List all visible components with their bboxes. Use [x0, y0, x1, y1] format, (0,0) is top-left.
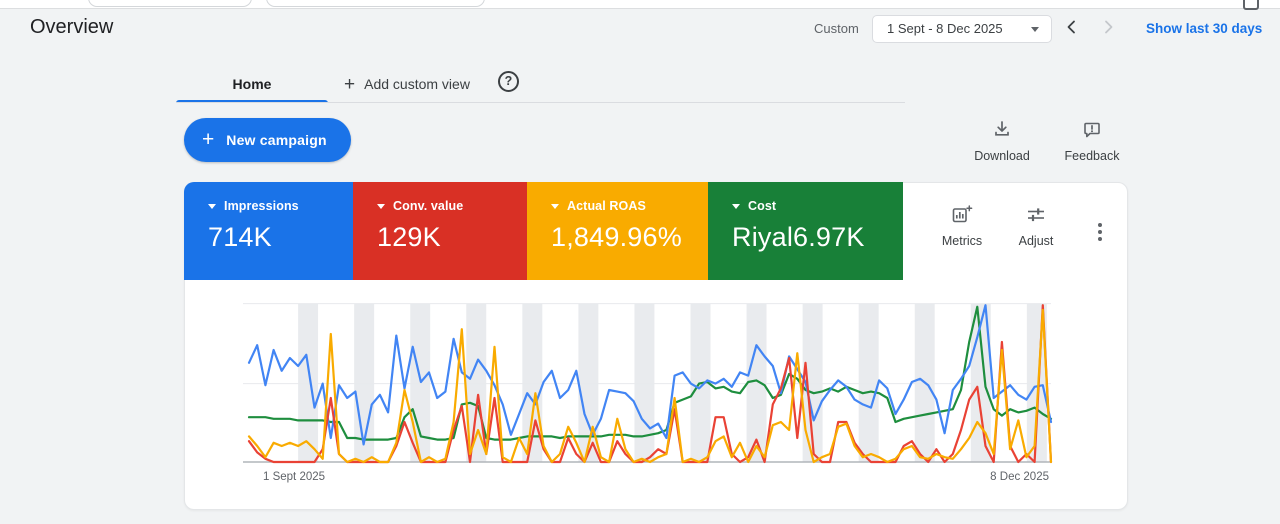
help-icon[interactable]: ? [498, 71, 519, 92]
plus-icon: + [344, 73, 356, 95]
overview-card-panel: Impressions 714K Conv. value 129K Actual… [184, 182, 1128, 510]
download-button[interactable]: Download [969, 119, 1035, 163]
feedback-icon [1082, 119, 1102, 139]
metrics-label: Metrics [941, 234, 983, 248]
metric-cards-bar: Impressions 714K Conv. value 129K Actual… [184, 182, 903, 280]
tab-divider [176, 102, 905, 103]
show-last-30-days-link[interactable]: Show last 30 days [1146, 21, 1262, 36]
metric-card-actual-roas[interactable]: Actual ROAS 1,849.96% [527, 182, 708, 280]
metric-value: 714K [208, 222, 272, 252]
metric-label: Cost [748, 199, 777, 213]
metric-card-conv-value[interactable]: Conv. value 129K [353, 182, 527, 280]
download-icon [992, 119, 1012, 139]
metric-caret-icon[interactable] [377, 203, 385, 209]
tab-home[interactable]: Home [176, 68, 328, 100]
page-title: Overview [30, 16, 114, 38]
metric-card-impressions[interactable]: Impressions 714K [184, 182, 353, 280]
new-campaign-button[interactable]: + New campaign [184, 118, 351, 162]
plus-icon: + [202, 127, 215, 151]
toolbar-pill-left[interactable] [88, 0, 252, 7]
date-range-dropdown[interactable]: 1 Sept - 8 Dec 2025 [872, 15, 1052, 43]
add-custom-view-button[interactable]: + Add custom view [344, 68, 470, 100]
adjust-sliders-icon [1026, 208, 1046, 229]
date-mode-label: Custom [814, 21, 859, 36]
x-axis-end-label: 8 Dec 2025 [990, 471, 1049, 483]
feedback-label: Feedback [1064, 149, 1120, 163]
metric-caret-icon[interactable] [732, 203, 740, 209]
metrics-button[interactable]: Metrics [930, 205, 994, 248]
date-range-value: 1 Sept - 8 Dec 2025 [887, 21, 1003, 36]
previous-period-button[interactable] [1064, 19, 1080, 35]
dropdown-caret-icon [1031, 27, 1039, 32]
top-right-panel-icon[interactable] [1243, 0, 1259, 10]
feedback-button[interactable]: Feedback [1059, 119, 1125, 163]
metric-label: Conv. value [393, 199, 464, 213]
metric-label: Actual ROAS [567, 199, 646, 213]
time-series-chart [243, 303, 1053, 464]
metric-value: 1,849.96% [551, 222, 682, 252]
adjust-button[interactable]: Adjust [1004, 205, 1068, 248]
chevron-right-icon [1105, 20, 1113, 34]
toolbar-pill-right[interactable] [266, 0, 485, 7]
metric-caret-icon[interactable] [551, 203, 559, 209]
metric-caret-icon[interactable] [208, 203, 216, 209]
adjust-label: Adjust [1018, 234, 1054, 248]
chevron-left-icon [1067, 20, 1075, 34]
top-toolbar-strip [0, 0, 1280, 10]
metric-label: Impressions [224, 199, 299, 213]
add-custom-view-label: Add custom view [364, 76, 470, 92]
chart-tools: Metrics Adjust [904, 183, 1128, 281]
google-ads-overview-page: Overview Custom 1 Sept - 8 Dec 2025 Show… [0, 0, 1280, 524]
metric-value: 129K [377, 222, 441, 252]
x-axis-start-label: 1 Sept 2025 [263, 471, 326, 483]
more-options-kebab-icon[interactable] [1092, 216, 1108, 248]
metric-card-cost[interactable]: Cost Riyal6.97K [708, 182, 903, 280]
metrics-icon [951, 205, 973, 229]
metric-value: Riyal6.97K [732, 222, 865, 252]
next-period-button[interactable] [1100, 19, 1116, 35]
download-label: Download [974, 149, 1030, 163]
new-campaign-label: New campaign [226, 132, 327, 148]
performance-chart[interactable] [241, 291, 1061, 487]
